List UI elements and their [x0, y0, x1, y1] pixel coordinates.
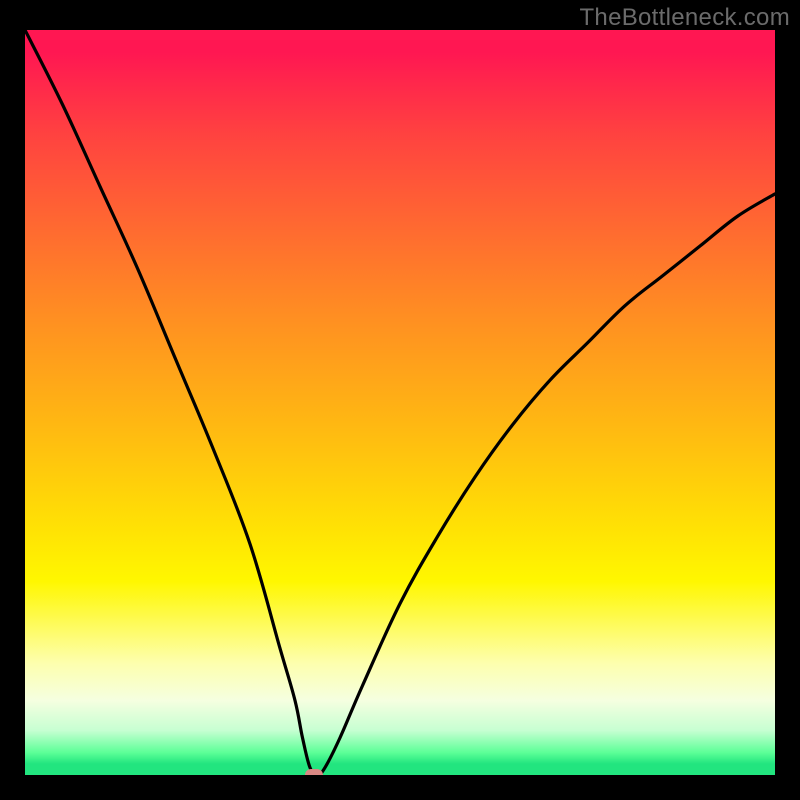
plot-area — [25, 30, 775, 775]
optimal-point-marker — [305, 769, 323, 775]
bottleneck-curve — [25, 30, 775, 775]
watermark-text: TheBottleneck.com — [579, 4, 790, 32]
chart-frame: TheBottleneck.com — [0, 0, 800, 800]
